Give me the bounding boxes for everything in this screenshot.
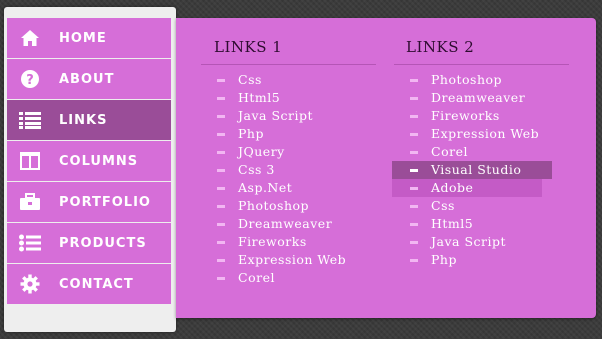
dash-bullet-icon (217, 96, 225, 100)
list-item-highlighted[interactable]: Visual Studio (392, 161, 552, 179)
question-icon: ? (19, 68, 41, 90)
dash-bullet-icon (217, 78, 225, 82)
main-nav: HOME ? ABOUT LINKS COLUMNS PORTFOLIO PRO… (7, 18, 171, 305)
links-column-2: LINKS 2 Photoshop Dreamweaver Fireworks … (392, 38, 569, 269)
links-dropdown-panel: LINKS 1 Css Html5 Java Script Php JQuery… (176, 18, 596, 318)
menu-item-portfolio[interactable]: PORTFOLIO (7, 182, 171, 222)
list-item[interactable]: Dreamweaver (201, 215, 376, 233)
dash-bullet-icon (217, 186, 225, 190)
dash-bullet-icon (410, 150, 418, 154)
menu-item-contact[interactable]: CONTACT (7, 264, 171, 304)
list-item[interactable]: Expression Web (394, 125, 569, 143)
columns-icon (19, 150, 41, 172)
list-item[interactable]: JQuery (201, 143, 376, 161)
list-item[interactable]: Photoshop (201, 197, 376, 215)
dash-bullet-icon (217, 114, 225, 118)
list-item[interactable]: Java Script (394, 233, 569, 251)
list-item[interactable]: Adobe (392, 179, 542, 197)
bullet-list-icon (19, 232, 41, 254)
menu-label-portfolio: PORTFOLIO (59, 194, 151, 210)
link-list: Photoshop Dreamweaver Fireworks Expressi… (392, 71, 569, 269)
menu-label-products: PRODUCTS (59, 235, 147, 251)
column-title: LINKS 2 (394, 38, 569, 65)
links-column-1: LINKS 1 Css Html5 Java Script Php JQuery… (201, 38, 376, 287)
list-item[interactable]: Corel (394, 143, 569, 161)
menu-item-links[interactable]: LINKS (7, 100, 171, 140)
menu-item-home[interactable]: HOME (7, 18, 171, 58)
home-icon (19, 27, 41, 49)
dash-bullet-icon (410, 132, 418, 136)
menu-item-products[interactable]: PRODUCTS (7, 223, 171, 263)
link-list: Css Html5 Java Script Php JQuery Css 3 A… (201, 71, 376, 287)
dash-bullet-icon (217, 276, 225, 280)
list-item[interactable]: Asp.Net (201, 179, 376, 197)
dash-bullet-icon (217, 240, 225, 244)
menu-label-columns: COLUMNS (59, 153, 139, 169)
list-item[interactable]: Fireworks (201, 233, 376, 251)
dash-bullet-icon (217, 222, 225, 226)
dash-bullet-icon (410, 78, 418, 82)
dash-bullet-icon (410, 240, 418, 244)
list-item[interactable]: Dreamweaver (394, 89, 569, 107)
menu-item-columns[interactable]: COLUMNS (7, 141, 171, 181)
menu-item-about[interactable]: ? ABOUT (7, 59, 171, 99)
dash-bullet-icon (410, 96, 418, 100)
dash-bullet-icon (217, 150, 225, 154)
menu-label-contact: CONTACT (59, 276, 134, 292)
dash-bullet-icon (217, 258, 225, 262)
svg-text:?: ? (26, 73, 34, 88)
list-item[interactable]: Php (394, 251, 569, 269)
list-item[interactable]: Css 3 (201, 161, 376, 179)
list-item[interactable]: Html5 (201, 89, 376, 107)
list-item[interactable]: Expression Web (201, 251, 376, 269)
dash-bullet-icon (410, 258, 418, 262)
dash-bullet-icon (410, 204, 418, 208)
list-item[interactable]: Java Script (201, 107, 376, 125)
dash-bullet-icon (410, 114, 418, 118)
gear-icon (19, 273, 41, 295)
list-item[interactable]: Fireworks (394, 107, 569, 125)
dash-bullet-icon (217, 168, 225, 172)
list-icon (19, 109, 41, 131)
briefcase-icon (19, 191, 41, 213)
menu-label-about: ABOUT (59, 71, 115, 87)
list-item[interactable]: Php (201, 125, 376, 143)
column-title: LINKS 1 (201, 38, 376, 65)
menu-label-home: HOME (59, 30, 107, 46)
menu-label-links: LINKS (59, 112, 108, 128)
dash-bullet-icon (217, 204, 225, 208)
dash-bullet-icon (410, 222, 418, 226)
dash-bullet-icon (410, 186, 418, 190)
list-item[interactable]: Css (201, 71, 376, 89)
dash-bullet-icon (410, 168, 418, 172)
list-item[interactable]: Photoshop (394, 71, 569, 89)
list-item[interactable]: Corel (201, 269, 376, 287)
list-item[interactable]: Html5 (394, 215, 569, 233)
dash-bullet-icon (217, 132, 225, 136)
list-item[interactable]: Css (394, 197, 569, 215)
